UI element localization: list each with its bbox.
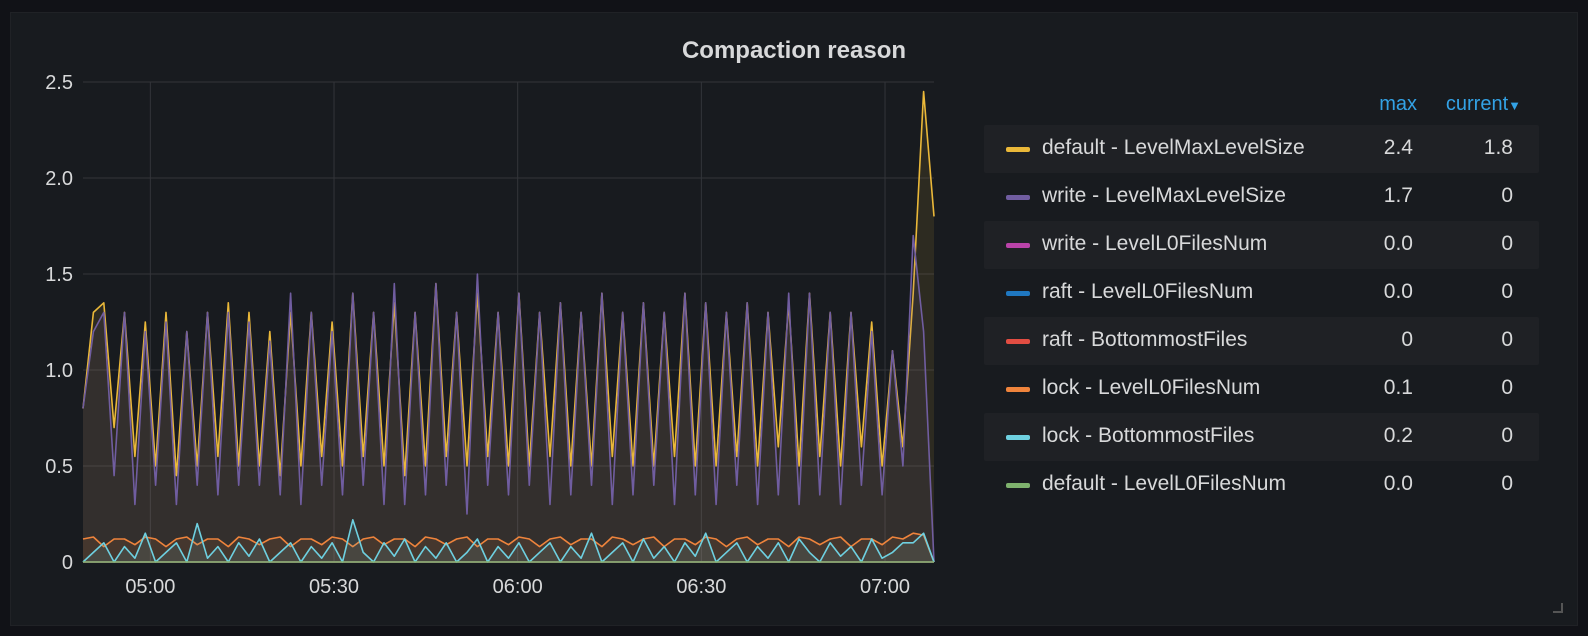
legend-rows: default - LevelMaxLevelSize 2.4 1.8 write -… [984, 125, 1539, 509]
legend-row[interactable]: default - LevelL0FilesNum 0.0 0 [984, 461, 1539, 509]
legend-series-name[interactable]: default - LevelMaxLevelSize [1042, 136, 1305, 160]
legend-row[interactable]: write - LevelMaxLevelSize 1.7 0 [984, 173, 1539, 221]
legend-series-max: 0.0 [1383, 280, 1413, 303]
legend-series-current: 0 [1501, 472, 1513, 495]
legend-header: max current▼ [984, 89, 1539, 125]
sort-desc-icon: ▼ [1508, 98, 1521, 113]
legend-series-max: 0.0 [1383, 472, 1413, 495]
legend-series-current: 1.8 [1483, 136, 1513, 159]
legend-series-current: 0 [1501, 184, 1513, 207]
legend-header-current[interactable]: current▼ [1446, 93, 1521, 116]
legend-series-max: 2.4 [1383, 136, 1413, 159]
series-color-swatch-icon[interactable] [1006, 483, 1030, 488]
x-tick-label: 06:00 [493, 576, 543, 598]
legend-header-max[interactable]: max [1379, 93, 1417, 116]
y-tick-label: 2.5 [45, 72, 73, 94]
legend-series-name[interactable]: raft - BottommostFiles [1042, 328, 1247, 352]
legend-series-name[interactable]: lock - LevelL0FilesNum [1042, 376, 1260, 400]
legend-table: max current▼ default - LevelMaxLevelSize… [984, 89, 1539, 509]
series-area [83, 235, 934, 562]
series-color-swatch-icon[interactable] [1006, 339, 1030, 344]
legend-header-current-label: current [1445, 93, 1509, 115]
legend-series-name[interactable]: default - LevelL0FilesNum [1042, 472, 1286, 496]
y-tick-label: 1.0 [45, 360, 73, 382]
legend-row[interactable]: lock - BottommostFiles 0.2 0 [984, 413, 1539, 461]
legend-series-current: 0 [1501, 328, 1513, 351]
y-tick-label: 0.5 [45, 456, 73, 478]
legend-series-name[interactable]: raft - LevelL0FilesNum [1042, 280, 1253, 304]
x-tick-label: 07:00 [860, 576, 910, 598]
legend-row[interactable]: raft - LevelL0FilesNum 0.0 0 [984, 269, 1539, 317]
y-tick-label: 0 [62, 552, 73, 574]
legend-series-current: 0 [1501, 280, 1513, 303]
x-tick-label: 06:30 [676, 576, 726, 598]
legend-series-max: 0.0 [1383, 232, 1413, 255]
y-tick-label: 1.5 [45, 264, 73, 286]
graph-panel: Compaction reason 0 0.5 1.0 1.5 2.0 2.5 05:00 0… [10, 12, 1578, 626]
legend-row[interactable]: default - LevelMaxLevelSize 2.4 1.8 [984, 125, 1539, 173]
legend-series-max: 1.7 [1383, 184, 1413, 207]
y-tick-label: 2.0 [45, 168, 73, 190]
x-tick-label: 05:00 [125, 576, 175, 598]
legend-series-current: 0 [1501, 376, 1513, 399]
legend-series-max: 0.2 [1383, 424, 1413, 447]
legend-series-name[interactable]: lock - BottommostFiles [1042, 424, 1254, 448]
legend-row[interactable]: lock - LevelL0FilesNum 0.1 0 [984, 365, 1539, 413]
legend-series-max: 0 [1401, 328, 1413, 351]
series-color-swatch-icon[interactable] [1006, 435, 1030, 440]
legend-row[interactable]: raft - BottommostFiles 0 0 [984, 317, 1539, 365]
legend-series-name[interactable]: write - LevelMaxLevelSize [1042, 184, 1286, 208]
legend-series-current: 0 [1501, 232, 1513, 255]
series-color-swatch-icon[interactable] [1006, 291, 1030, 296]
legend-series-name[interactable]: write - LevelL0FilesNum [1042, 232, 1267, 256]
series-color-swatch-icon[interactable] [1006, 147, 1030, 152]
legend-series-current: 0 [1501, 424, 1513, 447]
legend-row[interactable]: write - LevelL0FilesNum 0.0 0 [984, 221, 1539, 269]
series-color-swatch-icon[interactable] [1006, 243, 1030, 248]
resize-handle-icon[interactable] [1553, 603, 1563, 613]
line-chart: 0 0.5 1.0 1.5 2.0 2.5 05:00 05:30 06:00 06:30 07:0… [45, 72, 935, 598]
x-tick-label: 05:30 [309, 576, 359, 598]
legend-series-max: 0.1 [1383, 376, 1413, 399]
series-color-swatch-icon[interactable] [1006, 387, 1030, 392]
series-color-swatch-icon[interactable] [1006, 195, 1030, 200]
